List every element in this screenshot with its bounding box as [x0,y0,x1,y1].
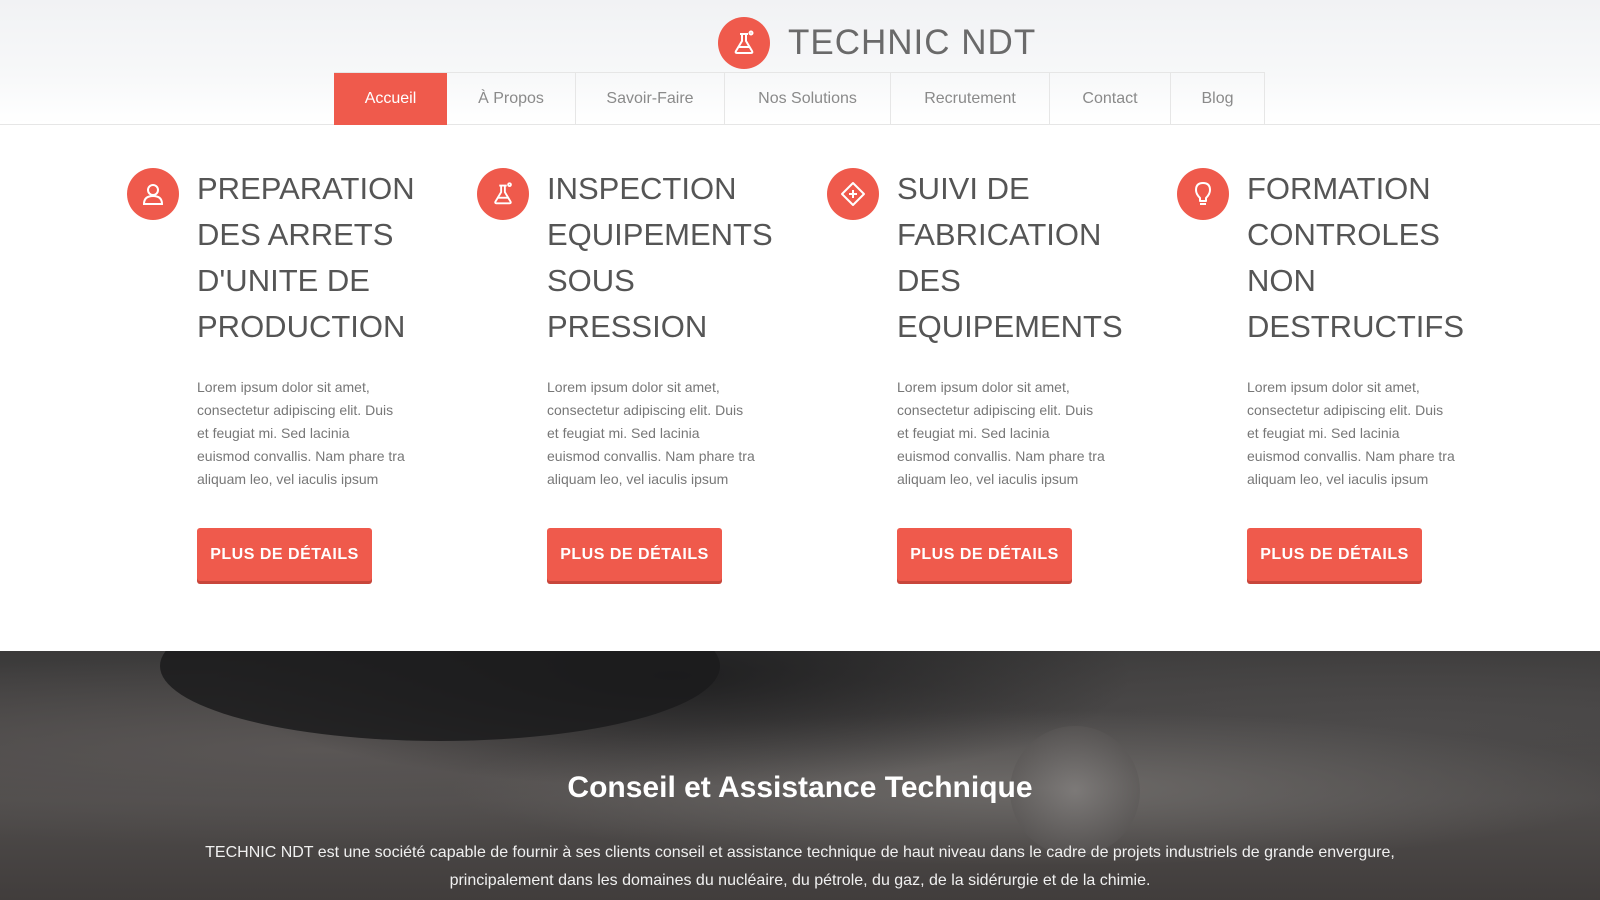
service-description: Lorem ipsum dolor sit amet, consectetur … [1247,379,1455,487]
service-description: Lorem ipsum dolor sit amet, consectetur … [547,379,755,487]
flask-icon [718,17,770,69]
nav-item-accueil[interactable]: Accueil [334,73,447,125]
service-title: SUIVI DE FABRICATION DES EQUIPEMENTS [897,171,1123,344]
main-nav: Accueil À Propos Savoir-Faire Nos Soluti… [334,72,1265,125]
nav-item-blog[interactable]: Blog [1171,73,1265,125]
ticket-icon [827,168,879,220]
consulting-banner: Conseil et Assistance Technique TECHNIC … [0,651,1600,900]
background-photo-detail [160,651,720,741]
details-button[interactable]: PLUS DE DÉTAILS [897,528,1072,581]
user-icon [127,168,179,220]
banner-text: TECHNIC NDT est une société capable de f… [205,844,1395,889]
brand-logo[interactable]: TECHNIC NDT [718,16,1036,70]
nav-item-savoir-faire[interactable]: Savoir-Faire [576,73,725,125]
nav-item-contact[interactable]: Contact [1050,73,1171,125]
site-header: TECHNIC NDT Accueil À Propos Savoir-Fair… [0,0,1600,125]
service-title: PREPARATION DES ARRETS D'UNITE DE PRODUC… [197,171,415,344]
flask-icon [477,168,529,220]
brand-name: TECHNIC NDT [788,23,1037,62]
nav-item-nos-solutions[interactable]: Nos Solutions [725,73,891,125]
details-button[interactable]: PLUS DE DÉTAILS [197,528,372,581]
service-title: FORMATION CONTROLES NON DESTRUCTIFS [1247,171,1464,344]
lightbulb-icon [1177,168,1229,220]
service-description: Lorem ipsum dolor sit amet, consectetur … [197,379,405,487]
banner-title: Conseil et Assistance Technique [567,771,1033,804]
details-button[interactable]: PLUS DE DÉTAILS [1247,528,1422,581]
details-button[interactable]: PLUS DE DÉTAILS [547,528,722,581]
service-title: INSPECTION EQUIPEMENTS SOUS PRESSION [547,171,773,344]
nav-item-recrutement[interactable]: Recrutement [891,73,1050,125]
services-section: PREPARATION DES ARRETS D'UNITE DE PRODUC… [0,166,1600,646]
service-description: Lorem ipsum dolor sit amet, consectetur … [897,379,1105,487]
nav-item-a-propos[interactable]: À Propos [447,73,576,125]
